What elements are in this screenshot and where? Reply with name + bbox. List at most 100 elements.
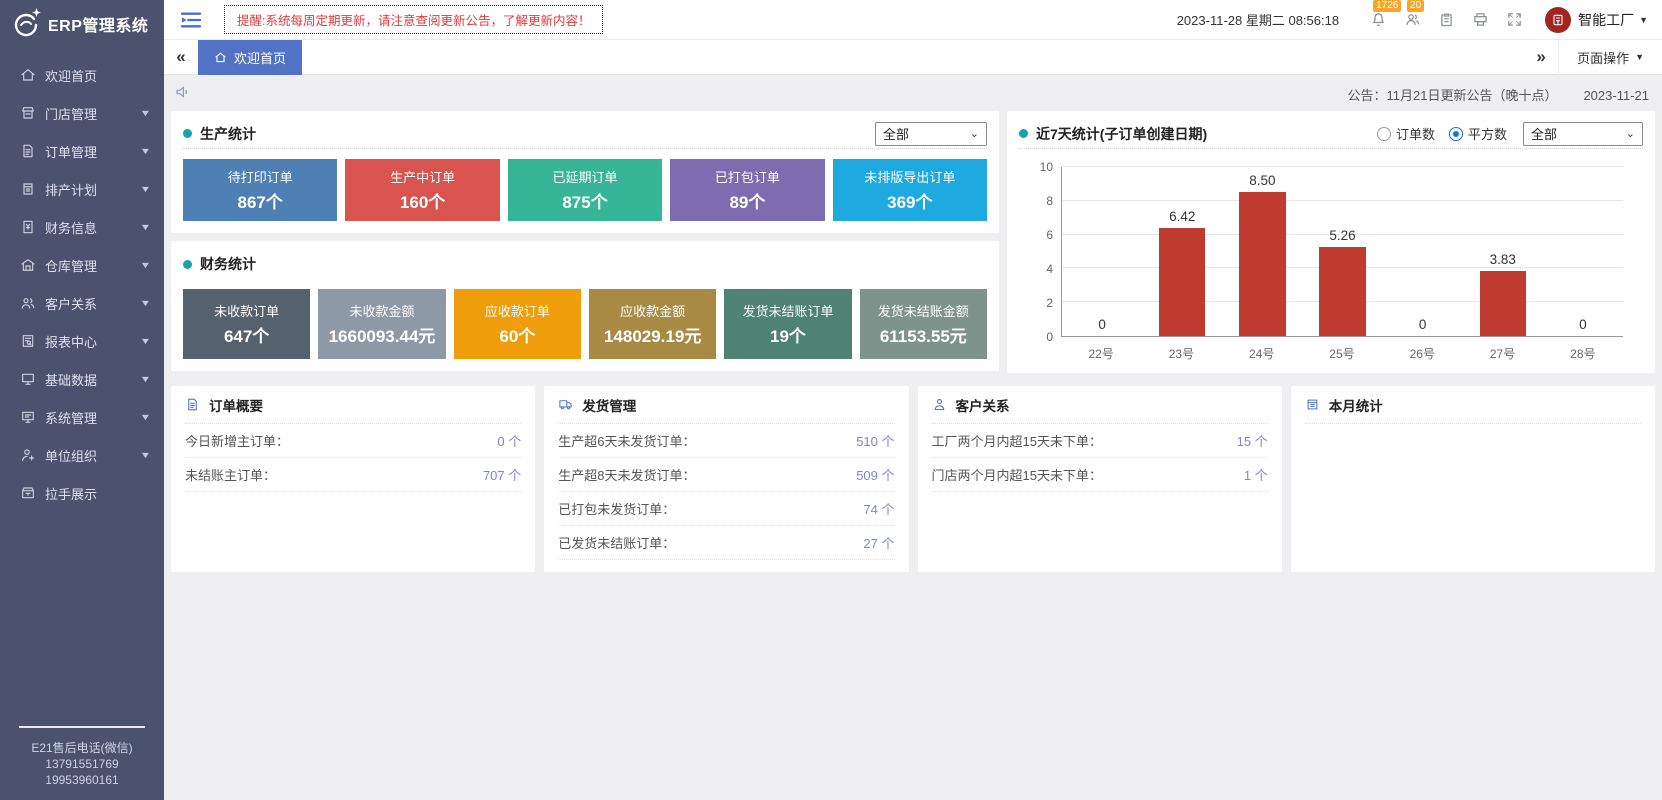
sidebar-item-customer[interactable]: 客户关系▼ <box>0 284 164 322</box>
radio-label: 平方数 <box>1468 124 1507 143</box>
stat-card-value: 89个 <box>729 188 765 213</box>
summary-row-value[interactable]: 0 个 <box>497 431 521 450</box>
stat-card[interactable]: 发货未结账金额61153.55元 <box>860 289 987 359</box>
summary-row-value[interactable]: 1 个 <box>1244 465 1268 484</box>
tabs-scroll-right[interactable]: » <box>1524 47 1558 67</box>
summary-row: 生产超8天未发货订单：509 个 <box>558 458 894 492</box>
radio-square-count[interactable]: 平方数 <box>1449 124 1507 143</box>
stat-card[interactable]: 待打印订单867个 <box>183 159 337 221</box>
sidebar-item-org[interactable]: 单位组织▼ <box>0 436 164 474</box>
report-icon <box>20 333 36 349</box>
main-area: 提醒:系统每周定期更新，请注意查阅更新公告，了解更新内容！ 2023-11-28… <box>164 0 1662 800</box>
summary-row-value[interactable]: 74 个 <box>863 499 894 518</box>
bar-value-label: 0 <box>1383 317 1463 332</box>
sidebar-item-label: 欢迎首页 <box>45 66 150 85</box>
stat-card[interactable]: 应收款金额148029.19元 <box>589 289 716 359</box>
stat-card-label: 生产中订单 <box>390 167 455 186</box>
chart-x-axis: 22号23号24号25号26号27号28号 <box>1061 341 1623 361</box>
bar[interactable] <box>1239 192 1285 336</box>
sidebar-item-warehouse[interactable]: 仓库管理▼ <box>0 246 164 284</box>
user-avatar[interactable] <box>1545 7 1571 33</box>
notifications-button[interactable]: 1726 <box>1361 3 1395 37</box>
sidebar-item-order[interactable]: 订单管理▼ <box>0 132 164 170</box>
bar[interactable] <box>1319 247 1365 336</box>
summary-row-label: 已打包未发货订单： <box>558 499 675 518</box>
sidebar-item-finance[interactable]: 财务信息▼ <box>0 208 164 246</box>
stat-card-value: 1660093.44元 <box>329 322 436 347</box>
sidebar-item-data[interactable]: 基础数据▼ <box>0 360 164 398</box>
footer-line: E21售后电话(微信) <box>0 740 164 756</box>
user-menu[interactable]: 智能工厂 ▼ <box>1578 10 1648 30</box>
radio-order-count[interactable]: 订单数 <box>1377 124 1435 143</box>
sidebar-item-schedule[interactable]: 排产计划▼ <box>0 170 164 208</box>
store-icon <box>20 105 36 121</box>
x-tick-label: 23号 <box>1141 341 1221 361</box>
stat-card[interactable]: 未收款订单647个 <box>183 289 310 359</box>
contacts-badge: 20 <box>1407 0 1424 12</box>
clipboard-icon <box>1438 11 1455 28</box>
summary-row-value[interactable]: 509 个 <box>856 465 894 484</box>
x-tick-label: 26号 <box>1382 341 1462 361</box>
menu-collapse-icon[interactable] <box>180 11 202 29</box>
y-tick-label: 4 <box>1025 262 1053 276</box>
print-button[interactable] <box>1463 3 1497 37</box>
customer-icon <box>20 295 36 311</box>
summary-panel-month-stats: 本月统计 <box>1291 386 1655 572</box>
panel-header: 订单概要 <box>185 386 521 424</box>
stat-card[interactable]: 发货未结账订单19个 <box>724 289 851 359</box>
announcement-row: 公告：11月21日更新公告（晚十点）2023-11-21 <box>171 81 1655 107</box>
announcement-title[interactable]: 公告：11月21日更新公告（晚十点） <box>1347 88 1557 103</box>
erp-dashboard: ERP管理系统 欢迎首页门店管理▼订单管理▼排产计划▼财务信息▼仓库管理▼客户关… <box>0 0 1662 800</box>
summary-row: 已发货未结账订单： 27 个 <box>558 526 894 560</box>
stat-card-value: 148029.19元 <box>604 322 701 347</box>
chevron-down-icon: ▼ <box>140 108 152 118</box>
stat-card-value: 61153.55元 <box>880 322 967 347</box>
summary-row-value[interactable]: 15 个 <box>1237 431 1268 450</box>
chevron-down-icon: ▼ <box>1639 15 1648 25</box>
bar-value-label: 0 <box>1543 317 1623 332</box>
panel-title: 本月统计 <box>1329 395 1383 415</box>
sidebar-item-report[interactable]: 报表中心▼ <box>0 322 164 360</box>
stat-card[interactable]: 应收款订单60个 <box>454 289 581 359</box>
radio-label: 订单数 <box>1396 124 1435 143</box>
sidebar-item-system[interactable]: 系统管理▼ <box>0 398 164 436</box>
summary-panel-shipping: 发货管理生产超6天未发货订单：510 个生产超8天未发货订单：509 个已打包未… <box>544 386 908 572</box>
bar[interactable] <box>1480 271 1526 336</box>
fullscreen-button[interactable] <box>1497 3 1531 37</box>
chart-filter-select[interactable]: 全部 ⌄ <box>1523 122 1643 146</box>
stat-card-label: 待打印订单 <box>228 167 293 186</box>
chevron-down-icon: ▼ <box>140 412 152 422</box>
chevron-down-icon: ▼ <box>140 374 152 384</box>
stat-card-value: 19个 <box>770 322 806 347</box>
stat-card[interactable]: 未收款金额1660093.44元 <box>318 289 445 359</box>
system-alert: 提醒:系统每周定期更新，请注意查阅更新公告，了解更新内容！ <box>224 5 603 34</box>
stat-card[interactable]: 未排版导出订单369个 <box>833 159 987 221</box>
summary-row-value[interactable]: 707 个 <box>483 465 521 484</box>
production-filter-select[interactable]: 全部 ⌄ <box>875 122 987 146</box>
tab-home[interactable]: 欢迎首页 <box>198 40 302 75</box>
topbar: 提醒:系统每周定期更新，请注意查阅更新公告，了解更新内容！ 2023-11-28… <box>164 0 1662 40</box>
sidebar-item-store[interactable]: 门店管理▼ <box>0 94 164 132</box>
summary-row-label: 工厂两个月内超15天未下单： <box>932 431 1102 450</box>
bell-icon <box>1370 11 1387 28</box>
summary-row-label: 已发货未结账订单： <box>558 533 675 552</box>
summary-row-value[interactable]: 27 个 <box>863 533 894 552</box>
tab-label: 欢迎首页 <box>234 48 286 67</box>
page-actions-menu[interactable]: 页面操作 ▼ <box>1558 40 1662 75</box>
content: 公告：11月21日更新公告（晚十点）2023-11-21 生产统计 全部 ⌄ <box>164 75 1662 800</box>
sidebar-item-home[interactable]: 欢迎首页 <box>0 56 164 94</box>
stat-card[interactable]: 生产中订单160个 <box>345 159 499 221</box>
sidebar-item-handle[interactable]: 拉手展示 <box>0 474 164 512</box>
tabs-scroll-left[interactable]: « <box>164 47 198 67</box>
summary-row-value[interactable]: 510 个 <box>856 431 894 450</box>
tasks-button[interactable] <box>1429 3 1463 37</box>
contacts-button[interactable]: 20 <box>1395 3 1429 37</box>
summary-row: 未结账主订单：707 个 <box>185 458 521 492</box>
stat-card[interactable]: 已打包订单89个 <box>670 159 824 221</box>
bar-value-label: 8.50 <box>1222 173 1302 188</box>
stat-card[interactable]: 已延期订单875个 <box>508 159 662 221</box>
summary-panels: 订单概要今日新增主订单：0 个未结账主订单：707 个发货管理生产超6天未发货订… <box>171 386 1655 572</box>
bar[interactable] <box>1159 228 1205 336</box>
customer-relation-icon <box>932 397 947 412</box>
chevron-down-icon: ▼ <box>140 336 152 346</box>
